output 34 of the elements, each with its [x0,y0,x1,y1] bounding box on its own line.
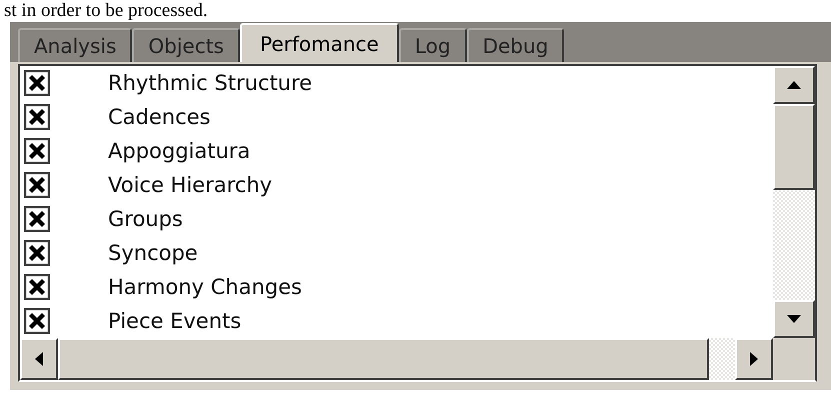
scroll-left-button[interactable] [20,338,58,380]
option-label: Syncope [108,241,198,265]
scrollbar-corner [773,338,815,380]
tab[interactable]: Perfomance [240,23,399,62]
scroll-up-button[interactable] [773,66,815,104]
tab[interactable]: Log [398,28,467,62]
left-arrow-icon [35,352,43,366]
option-label: Voice Hierarchy [108,173,272,197]
vertical-scrollbar[interactable] [773,66,815,338]
scroll-track[interactable] [709,338,735,380]
checkbox[interactable] [24,172,50,198]
right-arrow-icon [750,352,758,366]
checkbox[interactable] [24,308,50,334]
scroll-right-button[interactable] [735,338,773,380]
up-arrow-icon [787,81,801,89]
option-label: Groups [108,207,183,231]
scroll-down-button[interactable] [773,300,815,338]
tab[interactable]: Analysis [18,28,132,62]
tab[interactable]: Debug [466,28,564,62]
checkbox[interactable] [24,138,50,164]
down-arrow-icon [787,315,801,323]
scroll-thumb[interactable] [773,104,815,190]
option-label: Harmony Changes [108,275,302,299]
caption-text: st in order to be processed. [3,0,208,22]
checkbox[interactable] [24,274,50,300]
checkbox[interactable] [24,104,50,130]
option-label: Cadences [108,105,210,129]
option-label: Appoggiatura [108,139,250,163]
checkbox[interactable] [24,206,50,232]
option-label: Piece Events [108,309,242,333]
checkbox[interactable] [24,240,50,266]
option-label: Rhythmic Structure [108,71,312,95]
checkbox[interactable] [24,70,50,96]
tab[interactable]: Objects [132,28,240,62]
